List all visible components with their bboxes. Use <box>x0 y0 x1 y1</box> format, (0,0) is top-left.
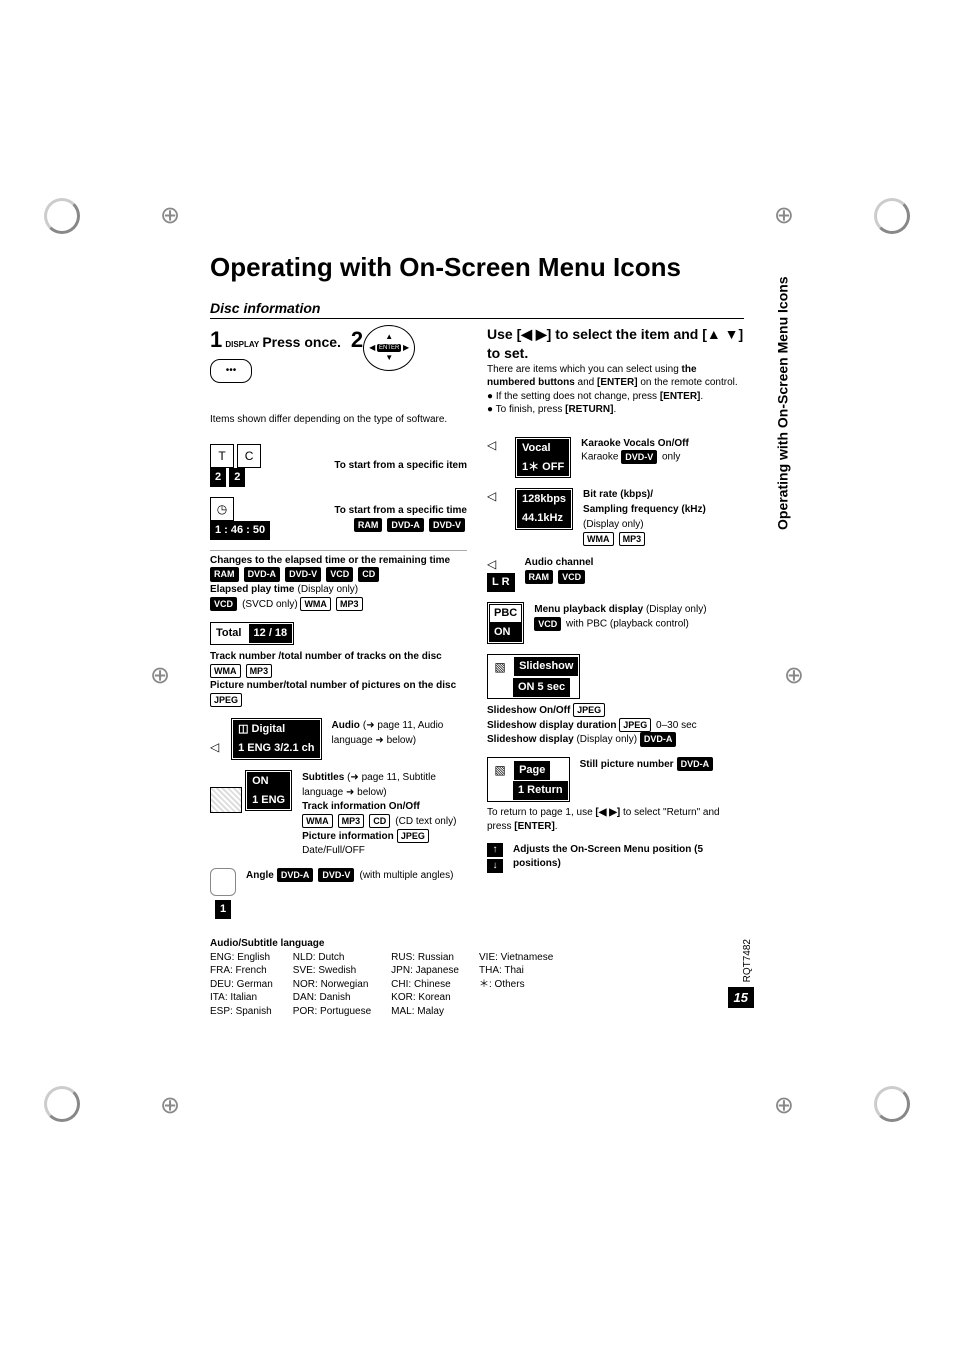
title-icon: T <box>210 444 234 468</box>
item-suffix: (Display only) <box>298 584 359 595</box>
osd-box: PBC ON <box>487 602 524 644</box>
osd-value: L R <box>487 573 515 592</box>
osd-box: 128kbps 44.1kHz <box>515 488 573 530</box>
item-label: Subtitles <box>302 772 344 783</box>
chapter-icon: C <box>237 444 261 468</box>
item-label: Track number /total number of tracks on … <box>210 651 442 662</box>
step-number: 2 <box>351 325 363 355</box>
display-caption: DISPLAY <box>225 340 259 349</box>
osd-value: 1 <box>215 900 231 919</box>
item-label: Audio channel <box>525 556 594 570</box>
item-label: Karaoke Vocals On/Off <box>581 437 744 451</box>
speaker-icon <box>487 437 505 451</box>
osd-value: 2 <box>210 468 226 487</box>
item-label: To start from a specific time <box>280 504 467 518</box>
note-text: To return to page 1, use [◀ ▶] to select… <box>487 806 744 833</box>
format-tags: RAM DVD-A DVD-V VCD CD <box>210 567 467 582</box>
item-label: Picture information <box>302 831 394 842</box>
registration-circle <box>44 198 80 234</box>
item-label: Changes to the elapsed time or the remai… <box>210 554 467 568</box>
osd-box: ▧ Page 1 Return <box>487 757 570 802</box>
angle-icon <box>210 868 236 896</box>
bullet: ● To finish, press [RETURN]. <box>487 403 744 417</box>
note-text: Items shown differ depending on the type… <box>210 413 467 427</box>
osd-box: Total 12 / 18 <box>210 622 294 645</box>
item-suffix: Karaoke DVD-V only <box>581 450 744 464</box>
step-action: Use [◀ ▶] to select the item and [▲ ▼] t… <box>487 325 744 363</box>
format-tags: VCD (SVCD only) WMA MP3 <box>210 597 467 612</box>
item-label: Picture number/total number of pictures … <box>210 680 456 691</box>
format-tags: WMA MP3 <box>583 532 744 547</box>
subtitle-icon <box>210 787 242 813</box>
item-label: Elapsed play time <box>210 584 294 595</box>
item-suffix: VCD with PBC (playback control) <box>534 617 744 631</box>
item-label: Audio <box>332 720 360 731</box>
crop-mark: ⊕ <box>774 1090 794 1122</box>
osd-value: 1 : 46 : 50 <box>210 521 270 540</box>
note-text: There are items which you can select usi… <box>487 363 744 390</box>
page-footer: RQT7482 15 <box>728 939 754 1008</box>
crop-mark: ⊕ <box>784 660 804 692</box>
lang-heading: Audio/Subtitle language <box>210 937 744 951</box>
crop-mark: ⊕ <box>160 1090 180 1122</box>
item-label: Track information On/Off <box>302 801 420 812</box>
format-tags: RAM DVD-A DVD-V <box>280 518 467 533</box>
osd-value: 2 <box>229 468 245 487</box>
lang-table: ENG: EnglishFRA: FrenchDEU: GermanITA: I… <box>210 951 744 1019</box>
speaker-icon <box>487 556 505 570</box>
item-label: Adjusts the On-Screen Menu position (5 p… <box>513 843 744 870</box>
registration-circle <box>874 1086 910 1122</box>
side-tab-label: Operating with On-Screen Menu Icons <box>774 276 793 530</box>
osd-box: ▧ Slideshow ON 5 sec <box>487 654 580 699</box>
registration-circle <box>44 1086 80 1122</box>
item-label: To start from a specific item <box>271 459 467 473</box>
item-label: Date/Full/OFF <box>302 844 467 858</box>
display-button-icon: ••• <box>210 359 252 383</box>
clock-icon: ◷ <box>210 497 234 521</box>
osd-box: ◫ Digital 1 ENG 3/2.1 ch <box>231 718 321 760</box>
step-number: 1 <box>210 327 222 352</box>
position-icon: ↑↓ <box>487 843 503 873</box>
section-heading: Disc information <box>210 299 744 319</box>
crop-mark: ⊕ <box>150 660 170 692</box>
osd-box: Vocal 1＊ OFF <box>515 437 571 479</box>
crop-mark: ⊕ <box>160 200 180 232</box>
speaker-icon <box>210 739 228 753</box>
page-title: Operating with On-Screen Menu Icons <box>210 250 744 285</box>
step-action: Press once. <box>262 334 341 350</box>
osd-box: ON 1 ENG <box>245 770 292 812</box>
format-tags: WMA MP3 CD (CD text only) <box>302 814 467 829</box>
crop-mark: ⊕ <box>774 200 794 232</box>
item-label: Bit rate (kbps)/ <box>583 488 744 502</box>
enter-dpad-icon: ▲ ◀ENTER▶ ▼ <box>363 325 415 371</box>
format-tags: RAM VCD <box>525 570 594 585</box>
speaker-icon <box>487 488 505 502</box>
item-label: Angle <box>246 870 274 881</box>
registration-circle <box>874 198 910 234</box>
bullet: ● If the setting does not change, press … <box>487 390 744 404</box>
